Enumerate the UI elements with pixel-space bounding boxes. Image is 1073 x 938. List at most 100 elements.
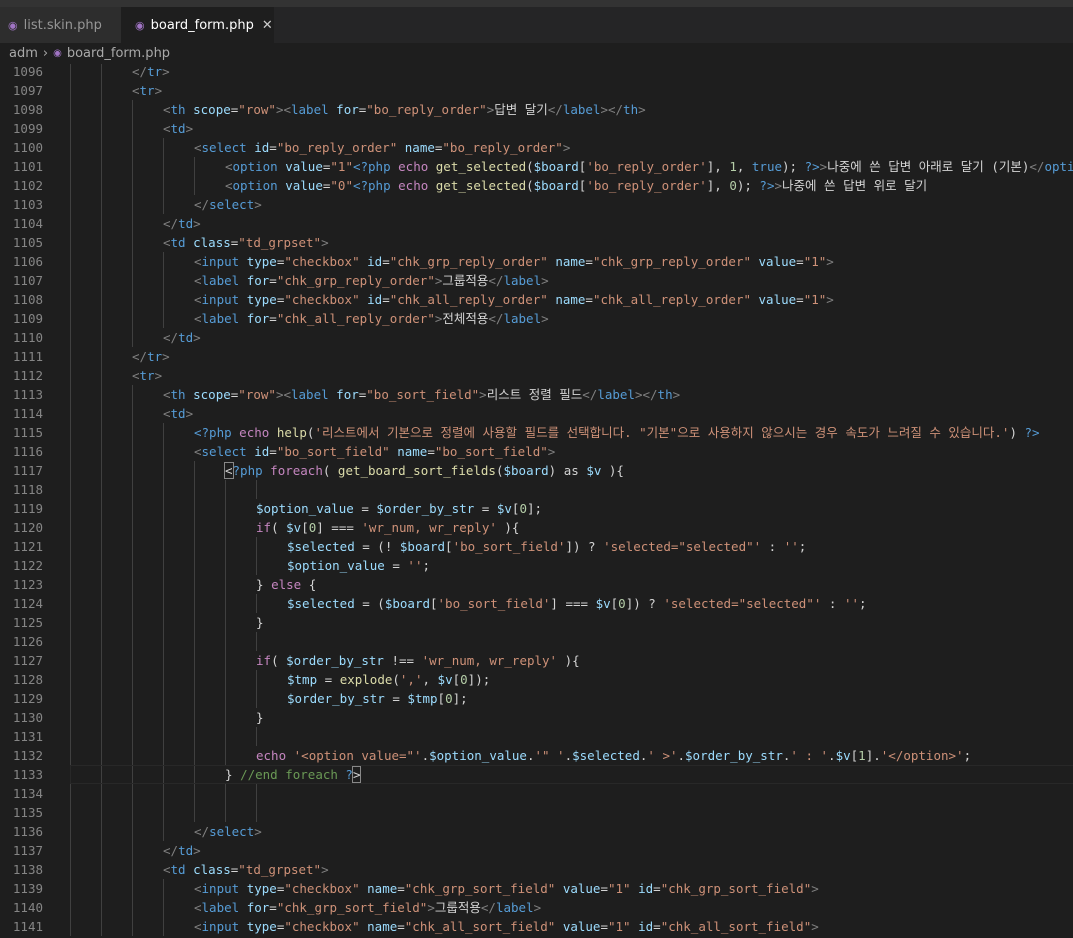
code-line[interactable]: 1106 <input type="checkbox" id="chk_grp_r…: [0, 252, 1073, 271]
line-number: 1141: [12, 919, 43, 934]
code-line[interactable]: 1114 <td>: [0, 404, 1073, 423]
code-line[interactable]: 1105 <td class="td_grpset">: [0, 233, 1073, 252]
code-line[interactable]: 1123 } else {: [0, 575, 1073, 594]
line-number: 1106: [12, 254, 43, 269]
code-text: <th scope="row"><label for="bo_reply_ord…: [163, 102, 646, 117]
code-text: </select>: [194, 197, 262, 212]
code-text: <?php echo help('리스트에서 기본으로 정렬에 사용할 필드를 …: [194, 425, 1040, 440]
line-number: 1139: [12, 881, 43, 896]
code-text: } else {: [256, 577, 317, 592]
code-text: </td>: [163, 843, 201, 858]
code-editor[interactable]: 1096 </tr> 1097 <tr> 1098 <th scope="row"><la…: [0, 64, 1073, 938]
code-text: $tmp = explode(',', $v[0]);: [287, 672, 491, 687]
code-text: <td>: [163, 406, 194, 421]
line-number: 1109: [12, 311, 43, 326]
code-text: <input type="checkbox" name="chk_grp_sor…: [194, 881, 819, 896]
line-number: 1140: [12, 900, 43, 915]
code-text: echo '<option value="'.$option_value.'" …: [256, 748, 972, 763]
code-line[interactable]: 1117 <?php foreach( get_board_sort_fields…: [0, 461, 1073, 480]
tab-list-skin-php[interactable]: ◉ list.skin.php: [0, 7, 121, 43]
code-text: $option_value = $order_by_str = $v[0];: [256, 501, 543, 516]
code-line[interactable]: 1101 <option value="1"<?php echo get_sele…: [0, 157, 1073, 176]
breadcrumb: adm › ◉ board_form.php: [0, 43, 1073, 64]
code-line[interactable]: 1108 <input type="checkbox" id="chk_all_r…: [0, 290, 1073, 309]
editor-tab-bar: ◉ list.skin.php ◉ board_form.php ✕: [0, 7, 1073, 43]
code-text: $order_by_str = $tmp[0];: [287, 691, 468, 706]
code-line[interactable]: 1138 <td class="td_grpset">: [0, 860, 1073, 879]
code-line[interactable]: 1137 </td>: [0, 841, 1073, 860]
code-line[interactable]: 1107 <label for="chk_grp_reply_order">그룹적…: [0, 271, 1073, 290]
code-line[interactable]: 1135: [0, 803, 1073, 822]
tab-board-form-php[interactable]: ◉ board_form.php ✕: [121, 7, 274, 43]
window-top-strip: [0, 0, 1073, 7]
code-line[interactable]: 1124 $selected = ($board['bo_sort_field']…: [0, 594, 1073, 613]
current-line-highlight: [70, 765, 1073, 784]
code-line[interactable]: 1134: [0, 784, 1073, 803]
line-number: 1107: [12, 273, 43, 288]
code-line[interactable]: 1132 echo '<option value="'.$option_value…: [0, 746, 1073, 765]
line-number: 1122: [12, 558, 43, 573]
code-line[interactable]: 1141 <input type="checkbox" name="chk_all…: [0, 917, 1073, 936]
line-number: 1129: [12, 691, 43, 706]
tab-label: list.skin.php: [23, 17, 102, 33]
code-line[interactable]: 1139 <input type="checkbox" name="chk_grp…: [0, 879, 1073, 898]
code-line[interactable]: 1116 <select id="bo_sort_field" name="bo_…: [0, 442, 1073, 461]
code-line[interactable]: 1122 $option_value = '';: [0, 556, 1073, 575]
line-number: 1119: [12, 501, 43, 516]
code-line[interactable]: 1100 <select id="bo_reply_order" name="bo…: [0, 138, 1073, 157]
code-text: }: [256, 615, 264, 630]
code-line[interactable]: 1096 </tr>: [0, 64, 1073, 81]
code-line[interactable]: 1136 </select>: [0, 822, 1073, 841]
code-text: <select id="bo_reply_order" name="bo_rep…: [194, 140, 571, 155]
code-line[interactable]: 1098 <th scope="row"><label for="bo_reply…: [0, 100, 1073, 119]
code-line[interactable]: 1120 if( $v[0] === 'wr_num, wr_reply' ){: [0, 518, 1073, 537]
code-line[interactable]: 1115 <?php echo help('리스트에서 기본으로 정렬에 사용할 …: [0, 423, 1073, 442]
code-line[interactable]: 1099 <td>: [0, 119, 1073, 138]
code-line[interactable]: 1130}: [0, 708, 1073, 727]
code-line[interactable]: 1133 } //end foreach ?>: [0, 765, 1073, 784]
code-line[interactable]: 1097 <tr>: [0, 81, 1073, 100]
code-line[interactable]: 1103 </select>: [0, 195, 1073, 214]
code-text: <input type="checkbox" name="chk_all_sor…: [194, 919, 819, 934]
line-number: 1111: [12, 349, 43, 364]
code-line[interactable]: 1127 if( $order_by_str !== 'wr_num, wr_re…: [0, 651, 1073, 670]
code-line[interactable]: 1112 <tr>: [0, 366, 1073, 385]
line-number: 1133: [12, 767, 43, 782]
code-text: <select id="bo_sort_field" name="bo_sort…: [194, 444, 556, 459]
code-line[interactable]: 1125}: [0, 613, 1073, 632]
code-line[interactable]: 1140 <label for="chk_grp_sort_field">그룹적용…: [0, 898, 1073, 917]
line-number: 1104: [12, 216, 43, 231]
php-elephant-icon: ◉: [8, 18, 18, 32]
code-line[interactable]: 1131: [0, 727, 1073, 746]
line-number: 1124: [12, 596, 43, 611]
code-line[interactable]: 1129 $order_by_str = $tmp[0];: [0, 689, 1073, 708]
code-line[interactable]: 1111 </tr>: [0, 347, 1073, 366]
code-line[interactable]: 1126: [0, 632, 1073, 651]
line-number: 1130: [12, 710, 43, 725]
line-number: 1099: [12, 121, 43, 136]
line-number: 1132: [12, 748, 43, 763]
code-line[interactable]: 1128 $tmp = explode(',', $v[0]);: [0, 670, 1073, 689]
code-line[interactable]: 1109 <label for="chk_all_reply_order">전체적…: [0, 309, 1073, 328]
code-line[interactable]: 1110 </td>: [0, 328, 1073, 347]
code-text: <label for="chk_grp_sort_field">그룹적용</la…: [194, 900, 542, 915]
code-line[interactable]: 1102 <option value="0"<?php echo get_sele…: [0, 176, 1073, 195]
line-number: 1117: [12, 463, 43, 478]
code-line[interactable]: 1113 <th scope="row"><label for="bo_sort_…: [0, 385, 1073, 404]
php-elephant-icon: ◉: [53, 48, 62, 59]
code-text: <th scope="row"><label for="bo_sort_fiel…: [163, 387, 681, 402]
breadcrumb-file[interactable]: ◉ board_form.php: [53, 46, 170, 61]
close-icon[interactable]: ✕: [262, 18, 273, 33]
line-number: 1127: [12, 653, 43, 668]
code-line[interactable]: 1118: [0, 480, 1073, 499]
chevron-right-icon: ›: [42, 46, 49, 61]
code-text: } //end foreach ?>: [225, 766, 362, 783]
line-number: 1123: [12, 577, 43, 592]
code-text: </tr>: [132, 349, 170, 364]
line-number: 1128: [12, 672, 43, 687]
code-line[interactable]: 1121 $selected = (! $board['bo_sort_field…: [0, 537, 1073, 556]
code-line[interactable]: 1119 $option_value = $order_by_str = $v[0…: [0, 499, 1073, 518]
line-number: 1120: [12, 520, 43, 535]
code-line[interactable]: 1104 </td>: [0, 214, 1073, 233]
breadcrumb-folder[interactable]: adm: [9, 46, 38, 61]
